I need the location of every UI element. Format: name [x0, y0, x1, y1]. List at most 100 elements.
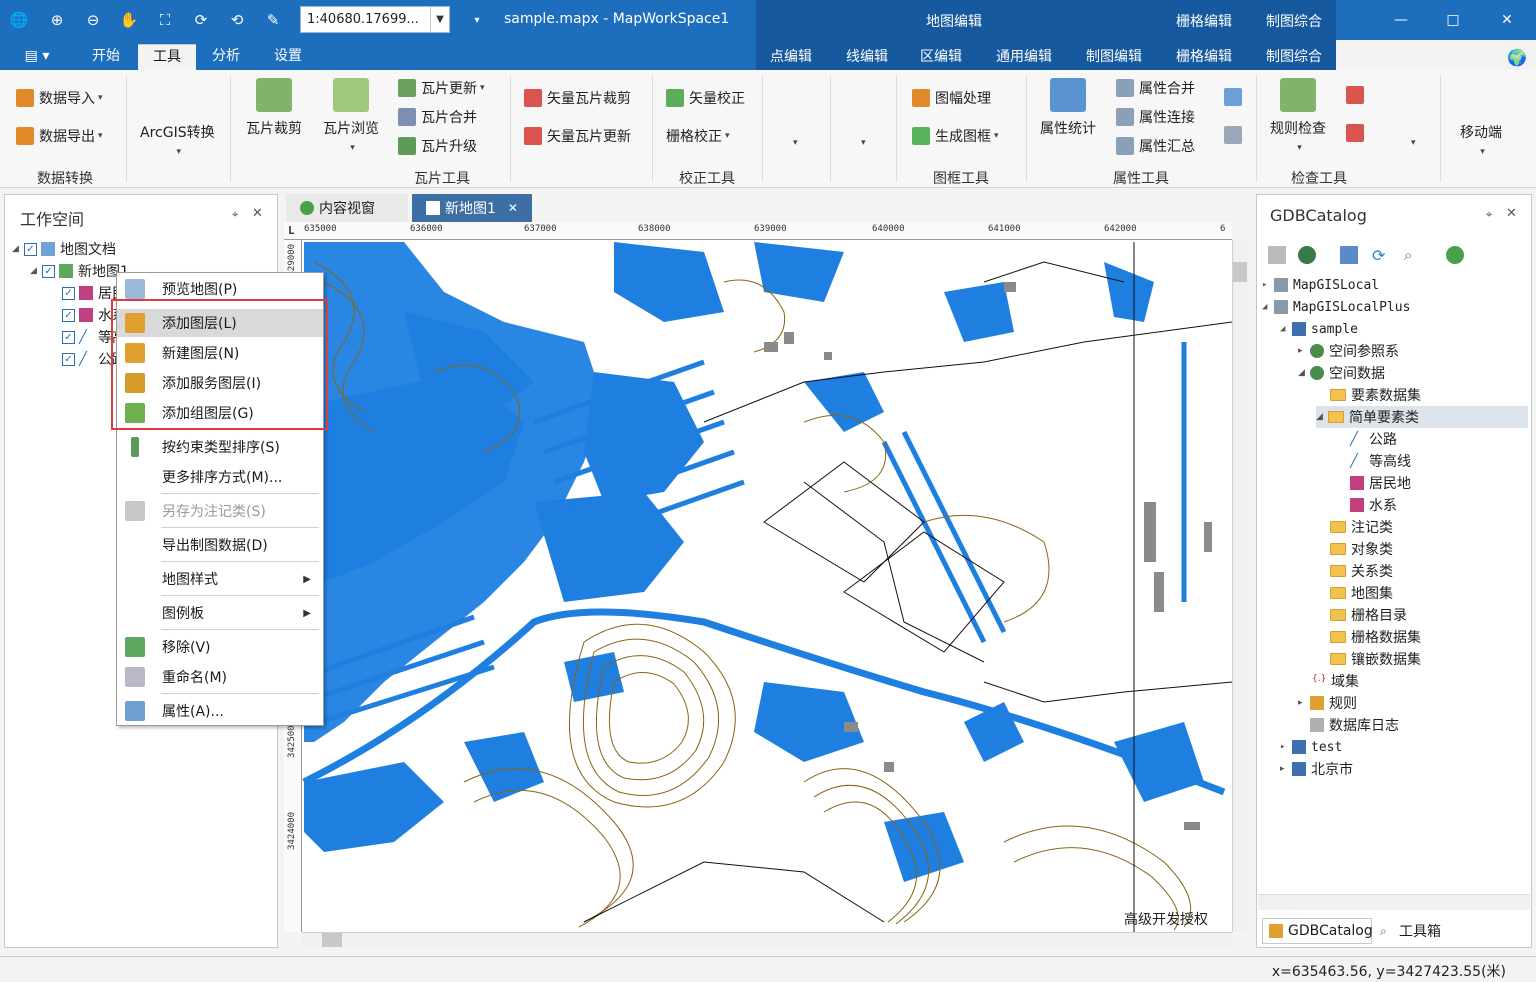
vector-tile-clip-button[interactable]: 矢量瓦片裁剪 [524, 88, 631, 108]
catalog-node-raster-catalog[interactable]: 栅格目录 [1330, 604, 1407, 626]
catalog-node-beijing[interactable]: ▸ 北京市 [1280, 758, 1353, 780]
generate-frame-button[interactable]: 生成图框 ▾ [912, 126, 999, 146]
catalog-node-rules[interactable]: ▸ 规则 [1298, 692, 1357, 714]
menu-export-carto-data[interactable]: 导出制图数据(D) [117, 531, 323, 559]
zoom-in-icon[interactable]: ⊕ [46, 9, 68, 31]
tab-content-view[interactable]: 内容视窗 [286, 194, 408, 222]
catalog-node-raster-dataset[interactable]: 栅格数据集 [1330, 626, 1421, 648]
catalog-node-road[interactable]: ╱ 公路 [1350, 428, 1397, 450]
catalog-node-test[interactable]: ▸ test [1280, 736, 1342, 758]
catalog-node-spatial-ref[interactable]: ▸ 空间参照系 [1298, 340, 1399, 362]
catalog-node-residential[interactable]: 居民地 [1350, 472, 1411, 494]
more-dropdown-1[interactable]: ▾ [790, 138, 798, 148]
db-icon[interactable] [1268, 246, 1286, 264]
catalog-horizontal-scrollbar[interactable] [1258, 894, 1530, 910]
attribute-join-button[interactable]: 属性连接 [1116, 107, 1195, 127]
close-button[interactable]: ✕ [1492, 8, 1522, 32]
check-download-button[interactable] [1346, 86, 1369, 104]
tab-toolbox[interactable]: ⌕ 工具箱 [1378, 918, 1458, 944]
menu-rename[interactable]: 重命名(M) [117, 663, 323, 691]
scale-input[interactable]: 1:40680.17699... [300, 6, 450, 33]
catalog-node-feature-dataset[interactable]: 要素数据集 [1330, 384, 1421, 406]
catalog-node-db-log[interactable]: 数据库日志 [1310, 714, 1399, 736]
menu-add-group-layer[interactable]: 添加组图层(G) [117, 399, 323, 427]
attribute-merge-button[interactable]: 属性合并 [1116, 78, 1195, 98]
globe-icon[interactable] [1446, 246, 1464, 264]
pin-icon[interactable]: ⌖ [232, 208, 238, 222]
horizontal-scroll-thumb[interactable] [322, 933, 342, 947]
tab-analysis[interactable]: 分析 [200, 44, 252, 70]
file-menu-button[interactable]: ▤ ▾ [14, 44, 60, 70]
menu-legend-board[interactable]: 图例板 ▶ [117, 599, 323, 627]
catalog-node-map-set[interactable]: 地图集 [1330, 582, 1393, 604]
map-horizontal-scrollbar[interactable] [302, 932, 1232, 948]
menu-preview-map[interactable]: 预览地图(P) [117, 275, 323, 303]
minimize-button[interactable]: — [1386, 8, 1416, 32]
tile-upgrade-button[interactable]: 瓦片升级 [398, 136, 477, 156]
tab-point-edit[interactable]: 点编辑 [770, 46, 812, 66]
menu-new-layer[interactable]: 新建图层(N) [117, 339, 323, 367]
tab-gdbcatalog[interactable]: GDBCatalog [1262, 918, 1373, 944]
pin-icon[interactable]: ⌖ [1486, 208, 1492, 222]
settings-icon[interactable] [1340, 246, 1358, 264]
catalog-node-spatial-data[interactable]: ◢ 空间数据 [1298, 362, 1385, 384]
more-dropdown-2[interactable]: ▾ [858, 138, 866, 148]
tab-carto-generalize[interactable]: 制图综合 [1266, 46, 1322, 66]
catalog-node-mapgislocalplus[interactable]: ◢ MapGISLocalPlus [1262, 296, 1410, 318]
map-canvas[interactable]: 高级开发授权 [284, 222, 1232, 932]
check-list-button[interactable] [1346, 124, 1369, 142]
panel-close-icon[interactable]: ✕ [1506, 206, 1517, 221]
pan-hand-icon[interactable]: ✋ [118, 9, 140, 31]
more-dropdown-3[interactable]: ▾ [1408, 138, 1416, 148]
map-vertical-scrollbar[interactable] [1232, 240, 1248, 932]
tab-start[interactable]: 开始 [80, 44, 132, 70]
catalog-node-relation-class[interactable]: 关系类 [1330, 560, 1393, 582]
edit-tool-icon[interactable]: ✎ [262, 9, 284, 31]
attr-table-button[interactable] [1224, 126, 1247, 144]
tile-update-button[interactable]: 瓦片更新 ▾ [398, 78, 485, 98]
data-export-button[interactable]: 数据导出 ▾ [16, 126, 103, 146]
tile-merge-button[interactable]: 瓦片合并 [398, 107, 477, 127]
tab-carto-edit[interactable]: 制图编辑 [1086, 46, 1142, 66]
tab-tools[interactable]: 工具 [138, 44, 196, 70]
panel-close-icon[interactable]: ✕ [252, 206, 263, 221]
menu-properties[interactable]: 属性(A)... [117, 697, 323, 725]
maximize-button[interactable]: □ [1438, 8, 1468, 32]
zoom-out-icon[interactable]: ⊖ [82, 9, 104, 31]
vertical-scroll-thumb[interactable] [1233, 262, 1247, 282]
catalog-node-domain[interactable]: {.} 域集 [1312, 670, 1359, 692]
rule-check-button[interactable]: 规则检查 ▾ [1266, 78, 1330, 154]
quick-access-dropdown-icon[interactable]: ▾ [466, 9, 488, 31]
app-globe-icon[interactable]: 🌐 [8, 9, 30, 31]
tab-settings[interactable]: 设置 [262, 44, 314, 70]
menu-add-layer[interactable]: 添加图层(L) [117, 309, 323, 337]
menu-map-style[interactable]: 地图样式 ▶ [117, 565, 323, 593]
tab-general-edit[interactable]: 通用编辑 [996, 46, 1052, 66]
catalog-node-mapgislocal[interactable]: ▸ MapGISLocal [1262, 274, 1379, 296]
tab-close-icon[interactable]: ✕ [508, 201, 518, 215]
raster-correct-button[interactable]: 栅格校正 ▾ [666, 126, 730, 146]
catalog-node-water[interactable]: 水系 [1350, 494, 1397, 516]
tree-map[interactable]: ◢ ✓ 新地图1 [30, 260, 129, 282]
catalog-node-annotation[interactable]: 注记类 [1330, 516, 1393, 538]
menu-sort-by-constraint[interactable]: 按约束类型排序(S) [117, 433, 323, 461]
tab-new-map[interactable]: 新地图1 ✕ [412, 194, 532, 222]
tile-clip-button[interactable]: 瓦片裁剪 [244, 78, 304, 138]
vector-correct-button[interactable]: 矢量校正 [666, 88, 745, 108]
menu-more-sort[interactable]: 更多排序方式(M)... [117, 463, 323, 491]
refresh-icon[interactable]: ⟳ [190, 9, 212, 31]
menu-add-service-layer[interactable]: 添加服务图层(I) [117, 369, 323, 397]
tree-map-document[interactable]: ◢ ✓ 地图文档 [12, 238, 116, 260]
account-globe-icon[interactable]: 🌍 [1506, 46, 1528, 68]
attr-chart-button[interactable] [1224, 88, 1247, 106]
catalog-node-contour[interactable]: ╱ 等高线 [1350, 450, 1411, 472]
sheet-process-button[interactable]: 图幅处理 [912, 88, 991, 108]
full-extent-icon[interactable]: ⛶ [154, 9, 176, 31]
menu-remove[interactable]: 移除(V) [117, 633, 323, 661]
arcgis-convert-button[interactable]: ArcGIS转换 ▾ [140, 122, 215, 158]
tile-browse-button[interactable]: 瓦片浏览 ▾ [320, 78, 382, 154]
catalog-node-sample[interactable]: ◢ sample [1280, 318, 1358, 340]
restore-view-icon[interactable]: ⟲ [226, 9, 248, 31]
connect-icon[interactable] [1298, 246, 1316, 264]
tab-line-edit[interactable]: 线编辑 [846, 46, 888, 66]
